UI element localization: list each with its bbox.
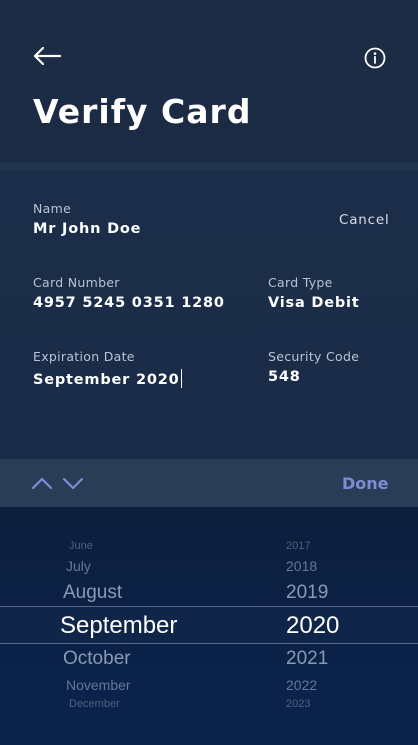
picker-year-option[interactable]: 2018 (286, 558, 317, 574)
security-code-label: Security Code (268, 349, 360, 364)
next-field-button[interactable] (61, 473, 85, 493)
picker-month-option[interactable]: July (66, 558, 91, 574)
picker-month-option[interactable]: November (66, 677, 131, 693)
done-button[interactable]: Done (342, 474, 389, 493)
card-number-value[interactable]: 4957 5245 0351 1280 (33, 295, 225, 311)
expiration-date-value: September 2020 (33, 372, 180, 388)
page-title: Verify Card (33, 92, 252, 131)
verify-card-screen: Verify Card Name Mr John Doe Cancel Card… (0, 0, 418, 745)
header: Verify Card (0, 0, 418, 160)
security-code-value[interactable]: 548 (268, 369, 301, 385)
name-value[interactable]: Mr John Doe (33, 221, 141, 237)
card-type-value[interactable]: Visa Debit (268, 295, 360, 311)
chevron-down-icon (62, 477, 84, 490)
header-divider (0, 163, 418, 171)
back-button[interactable] (30, 42, 64, 70)
picker-month-option[interactable]: December (69, 698, 120, 710)
picker-year-option[interactable]: 2021 (286, 648, 328, 670)
card-number-label: Card Number (33, 275, 120, 290)
picker-selected-year[interactable]: 2020 (286, 612, 339, 640)
info-button[interactable] (362, 45, 388, 71)
expiration-date-label: Expiration Date (33, 349, 135, 364)
picker-month-option[interactable]: October (63, 648, 131, 670)
text-cursor (180, 369, 183, 388)
name-label: Name (33, 201, 72, 216)
chevron-up-icon (31, 477, 53, 490)
picker-year-option[interactable]: 2022 (286, 677, 317, 693)
card-type-label: Card Type (268, 275, 333, 290)
date-picker[interactable]: June July August September October Novem… (0, 507, 418, 745)
picker-year-option[interactable]: 2017 (286, 540, 310, 552)
picker-month-option[interactable]: August (63, 582, 122, 604)
previous-field-button[interactable] (30, 473, 54, 493)
back-arrow-icon (33, 46, 62, 66)
info-icon (364, 47, 386, 69)
expiration-date-field[interactable]: September 2020 (33, 369, 183, 388)
picker-selected-month[interactable]: September (60, 612, 177, 640)
picker-year-option[interactable]: 2023 (286, 698, 310, 710)
picker-year-option[interactable]: 2019 (286, 582, 328, 604)
cancel-button[interactable]: Cancel (339, 212, 390, 228)
picker-month-option[interactable]: June (69, 540, 93, 552)
